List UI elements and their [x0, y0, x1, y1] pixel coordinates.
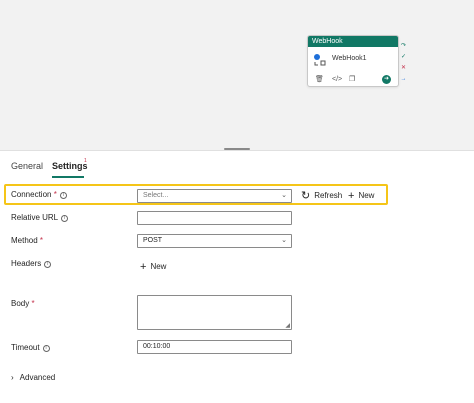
activity-type-label: WebHook: [308, 36, 398, 47]
tab-general[interactable]: General: [11, 161, 43, 171]
add-header-button[interactable]: + New: [140, 261, 166, 273]
active-tab-indicator: [52, 176, 84, 178]
go-arrow-icon[interactable]: ➜: [382, 75, 391, 84]
info-icon[interactable]: i: [59, 192, 67, 199]
advanced-section-toggle[interactable]: › Advanced: [11, 373, 55, 382]
webhook-activity-card[interactable]: WebHook WebHook1 🗑 </> ❐ ➜: [307, 35, 399, 87]
pipeline-canvas[interactable]: [0, 0, 474, 150]
new-connection-button[interactable]: + New: [348, 190, 374, 202]
activity-name: WebHook1: [332, 55, 367, 62]
plus-icon: +: [140, 261, 147, 273]
chevron-right-icon: ›: [11, 373, 14, 382]
headers-label: Headers i: [11, 259, 52, 268]
resize-grip-icon[interactable]: ◢: [285, 323, 290, 329]
skip-output-icon[interactable]: ↷: [400, 43, 407, 50]
settings-error-badge: 1: [84, 158, 87, 164]
timeout-input[interactable]: 00:10:00: [137, 340, 292, 354]
relative-url-label: Relative URL i: [11, 213, 69, 222]
panel-divider: [0, 150, 474, 151]
method-select[interactable]: POST ⌄: [137, 234, 292, 248]
method-label: Method *: [11, 236, 44, 245]
relative-url-input[interactable]: [137, 211, 292, 225]
copy-icon[interactable]: ❐: [349, 74, 355, 85]
failure-output-icon[interactable]: ✕: [400, 65, 407, 72]
plus-icon: +: [348, 190, 355, 202]
connection-label: Connection * i: [11, 190, 67, 199]
code-icon[interactable]: </>: [332, 74, 342, 85]
chevron-down-icon: ⌄: [281, 192, 287, 199]
refresh-button[interactable]: ↻ Refresh: [301, 190, 342, 202]
info-icon[interactable]: i: [44, 261, 52, 268]
connection-select[interactable]: Select... ⌄: [137, 189, 292, 203]
success-output-icon[interactable]: ✓: [400, 54, 407, 61]
body-textarea[interactable]: ◢: [137, 295, 292, 330]
refresh-icon: ↻: [301, 190, 311, 202]
delete-icon[interactable]: 🗑: [315, 74, 324, 85]
tab-settings[interactable]: Settings: [52, 161, 88, 171]
info-icon[interactable]: i: [42, 345, 50, 352]
body-label: Body *: [11, 299, 35, 308]
webhook-icon: [314, 54, 326, 66]
info-icon[interactable]: i: [61, 215, 69, 222]
chevron-down-icon: ⌄: [281, 237, 287, 244]
completion-output-icon[interactable]: →: [400, 76, 407, 83]
timeout-label: Timeout i: [11, 343, 50, 352]
